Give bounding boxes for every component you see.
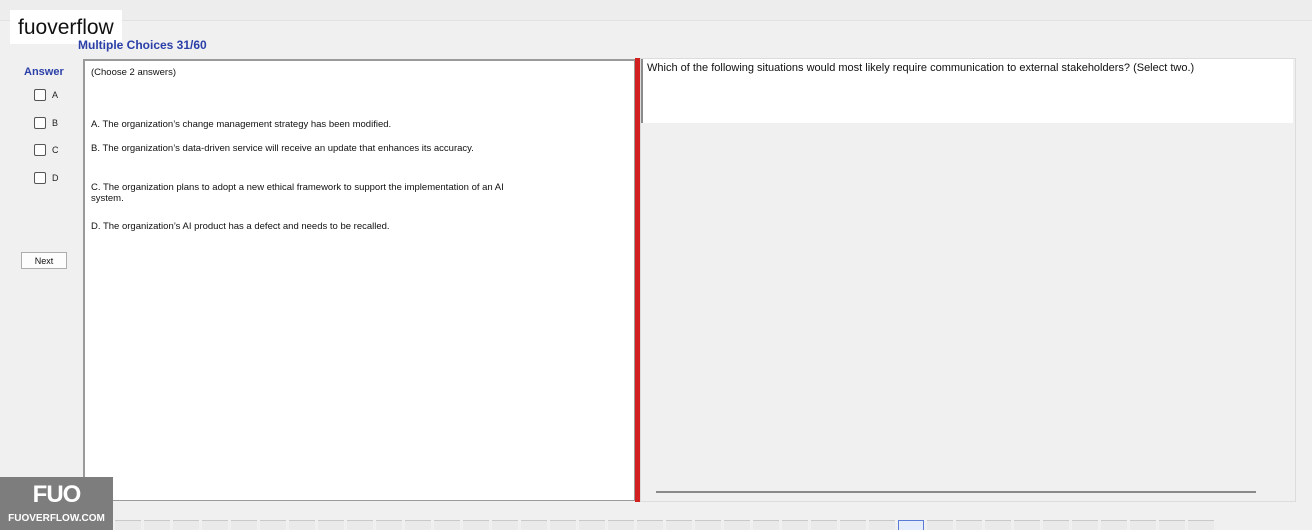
question-nav-button[interactable] [753,520,779,530]
question-nav-button[interactable] [608,520,634,530]
exam-window: fuoverflow Multiple Choices 31/60 Answer… [0,0,1312,530]
horizontal-scrollbar[interactable] [656,491,1256,493]
question-nav-button[interactable] [1159,520,1185,530]
checkbox-d[interactable] [34,172,46,184]
option-d-text: D. The organization’s AI product has a d… [91,221,390,232]
answer-label: Answer [24,66,64,78]
question-nav-button[interactable] [1130,520,1156,530]
checkbox-b[interactable] [34,117,46,129]
choice-a[interactable]: A [34,89,58,101]
question-nav-button[interactable] [869,520,895,530]
pane-splitter[interactable] [635,58,640,502]
question-text: Which of the following situations would … [647,62,1195,74]
question-nav-button[interactable] [260,520,286,530]
question-nav-button[interactable] [289,520,315,530]
section-title: Multiple Choices 31/60 [78,38,207,52]
question-nav-button[interactable] [695,520,721,530]
question-nav-button[interactable] [1101,520,1127,530]
question-nav-button[interactable] [463,520,489,530]
choice-d[interactable]: D [34,172,59,184]
choice-c-label: C [52,145,59,155]
question-nav-button[interactable] [434,520,460,530]
choice-b[interactable]: B [34,117,58,129]
choice-d-label: D [52,173,59,183]
logo-mark: FUO [32,481,82,508]
question-nav-button[interactable] [347,520,373,530]
question-navigator [115,520,1217,530]
question-nav-button[interactable] [318,520,344,530]
question-box: Which of the following situations would … [641,59,1293,123]
question-nav-button[interactable] [202,520,228,530]
fuoverflow-logo: FUO FUOVERFLOW.COM [0,477,113,530]
question-nav-button[interactable] [376,520,402,530]
question-nav-button[interactable] [637,520,663,530]
question-nav-button[interactable] [579,520,605,530]
option-a-text: A. The organization’s change management … [91,119,392,130]
question-nav-button[interactable] [724,520,750,530]
checkbox-a[interactable] [34,89,46,101]
question-nav-button[interactable] [927,520,953,530]
question-nav-button[interactable] [1188,520,1214,530]
option-b-text: B. The organization’s data-driven servic… [91,143,474,154]
choice-a-label: A [52,90,59,100]
question-nav-button[interactable] [550,520,576,530]
next-button[interactable]: Next [21,252,67,269]
choice-b-label: B [52,118,59,128]
instruction-text: (Choose 2 answers) [91,67,177,78]
question-nav-button[interactable] [782,520,808,530]
top-strip [0,0,1312,21]
question-nav-button[interactable] [666,520,692,530]
logo-site-text: FUOVERFLOW.COM [8,513,105,524]
question-nav-button[interactable] [231,520,257,530]
question-nav-button[interactable] [985,520,1011,530]
question-nav-button[interactable] [144,520,170,530]
question-pane [640,58,1296,502]
question-nav-button[interactable] [811,520,837,530]
question-nav-button[interactable] [405,520,431,530]
question-nav-button[interactable] [1043,520,1069,530]
question-nav-button-current[interactable] [898,520,924,530]
question-nav-button[interactable] [173,520,199,530]
question-nav-button[interactable] [115,520,141,530]
choice-c[interactable]: C [34,144,59,156]
option-c-text: C. The organization plans to adopt a new… [91,182,504,204]
answer-options-pane: (Choose 2 answers) A. The organization’s… [83,59,635,501]
question-nav-button[interactable] [956,520,982,530]
question-nav-button[interactable] [1014,520,1040,530]
question-nav-button[interactable] [840,520,866,530]
checkbox-c[interactable] [34,144,46,156]
question-nav-button[interactable] [521,520,547,530]
question-nav-button[interactable] [1072,520,1098,530]
question-nav-button[interactable] [492,520,518,530]
